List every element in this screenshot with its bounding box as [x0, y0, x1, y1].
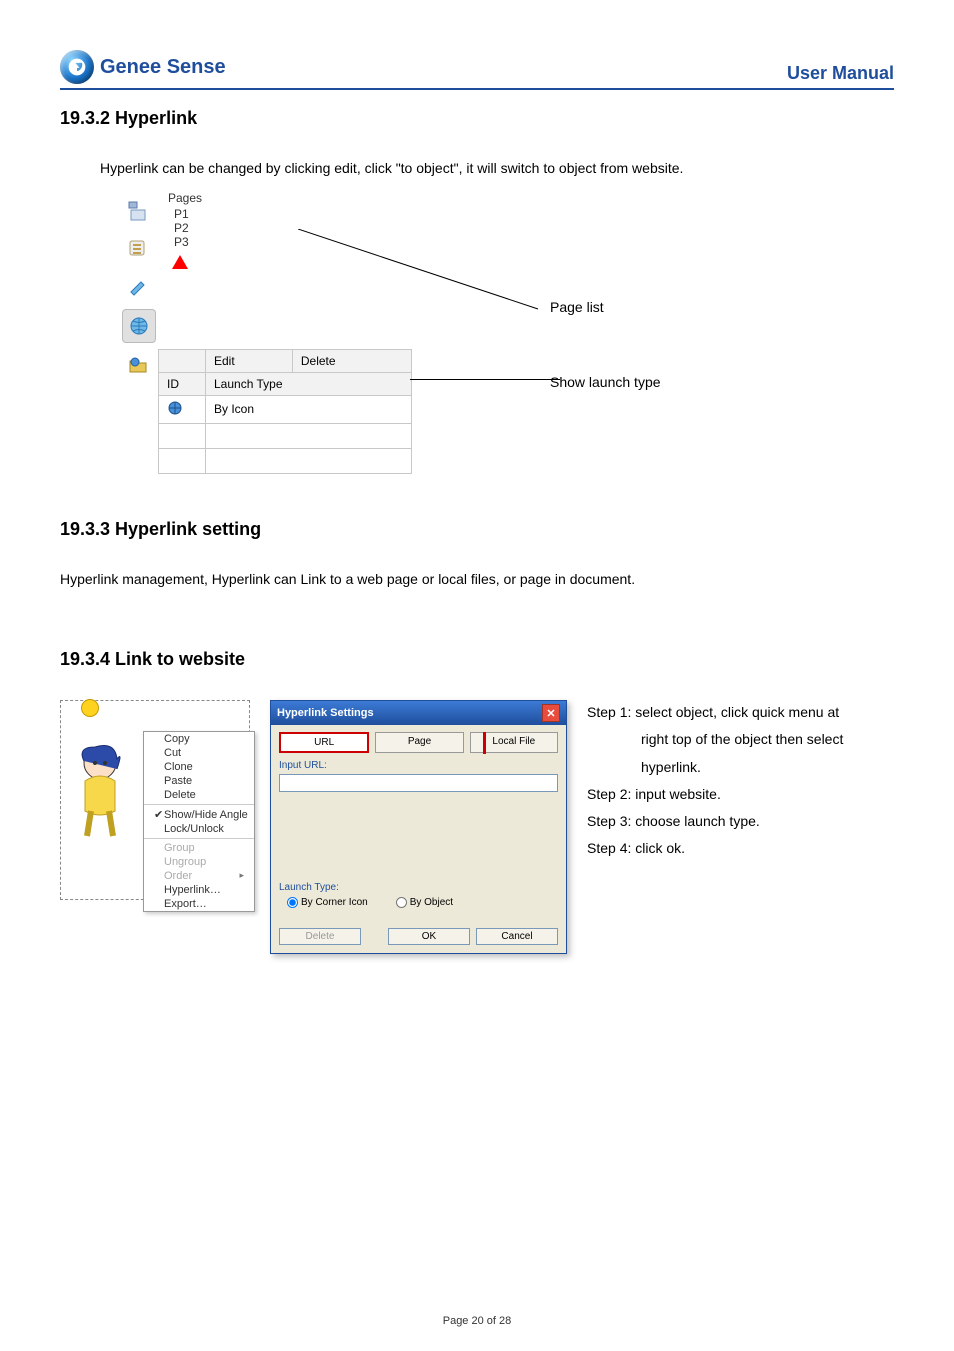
manual-label: User Manual	[787, 63, 894, 84]
step-3: Step 3: choose launch type.	[587, 809, 894, 834]
step-1a: Step 1: select object, click quick menu …	[587, 700, 894, 725]
table-row[interactable]	[159, 448, 412, 473]
steps-text: Step 1: select object, click quick menu …	[587, 700, 894, 863]
logo-icon	[60, 50, 94, 84]
radio-by-object[interactable]: By Object	[396, 897, 453, 908]
ok-button[interactable]: OK	[388, 928, 470, 945]
intro-1933: Hyperlink management, Hyperlink can Link…	[60, 570, 894, 590]
menu-cut[interactable]: Cut	[144, 746, 254, 760]
delete-column[interactable]: Delete	[292, 349, 411, 372]
radio-by-icon[interactable]: By Corner Icon	[287, 897, 368, 908]
toolbar-icon-globe[interactable]	[122, 309, 156, 343]
step-2: Step 2: input website.	[587, 782, 894, 807]
hyperlink-row-icon	[167, 400, 183, 416]
menu-order: Order▸	[144, 869, 254, 883]
intro-1932: Hyperlink can be changed by clicking edi…	[60, 159, 894, 179]
step-1b: right top of the object then select	[587, 727, 894, 752]
page-number: Page 20 of 28	[0, 1315, 954, 1327]
tab-page[interactable]: Page	[375, 732, 463, 753]
callout-line	[410, 379, 560, 380]
menu-showhide-angle[interactable]: ✔Show/Hide Angle	[144, 807, 254, 822]
pages-header: Pages	[158, 189, 412, 207]
callout-pagelist: Page list	[550, 299, 604, 315]
close-button[interactable]: ✕	[542, 704, 560, 722]
toolbar-icon-draw[interactable]	[122, 271, 154, 303]
brand: Genee Sense	[60, 50, 226, 84]
delete-button: Delete	[279, 928, 361, 945]
cartoon-image	[65, 741, 135, 841]
menu-copy[interactable]: Copy	[144, 732, 254, 746]
tab-localfile[interactable]: Local File	[470, 732, 558, 753]
heading-1934: 19.3.4 Link to website	[60, 649, 894, 670]
row-launch-value: By Icon	[206, 395, 412, 423]
tab-url[interactable]: URL	[279, 732, 369, 753]
menu-paste[interactable]: Paste	[144, 774, 254, 788]
toolbar-icon-folder[interactable]	[122, 349, 154, 381]
red-arrow-icon	[172, 255, 188, 269]
menu-clone[interactable]: Clone	[144, 760, 254, 774]
menu-export[interactable]: Export…	[144, 897, 254, 911]
menu-lock-unlock[interactable]: Lock/Unlock	[144, 822, 254, 836]
dialog-titlebar: Hyperlink Settings ✕	[271, 701, 566, 725]
quick-menu-icon[interactable]	[81, 699, 99, 717]
menu-delete[interactable]: Delete	[144, 788, 254, 802]
figure-page-panel: Pages P1 P2 P3 Edit Delete ID Launch Typ…	[120, 189, 894, 499]
edit-column[interactable]: Edit	[206, 349, 293, 372]
menu-hyperlink[interactable]: Hyperlink…	[144, 883, 254, 897]
dialog-title: Hyperlink Settings	[277, 707, 374, 719]
callout-launchtype: Show launch type	[550, 374, 661, 390]
table-row[interactable]	[159, 423, 412, 448]
hyperlink-dialog: Hyperlink Settings ✕ URL Page Local File…	[270, 700, 567, 954]
step-4: Step 4: click ok.	[587, 836, 894, 861]
step-1c: hyperlink.	[587, 755, 894, 780]
figure-context-menu: Copy Cut Clone Paste Delete ✔Show/Hide A…	[60, 700, 250, 900]
page-item-p2[interactable]: P2	[158, 221, 412, 235]
launch-type-label: Launch Type:	[279, 882, 558, 893]
menu-ungroup: Ungroup	[144, 855, 254, 869]
heading-1932: 19.3.2 Hyperlink	[60, 108, 894, 129]
brand-text: Genee Sense	[100, 56, 226, 79]
context-menu: Copy Cut Clone Paste Delete ✔Show/Hide A…	[143, 731, 255, 912]
url-input[interactable]	[279, 774, 558, 792]
table-row[interactable]: By Icon	[159, 395, 412, 423]
toolbar-icon-pages[interactable]	[122, 195, 154, 227]
page-header: Genee Sense User Manual	[60, 50, 894, 90]
menu-group: Group	[144, 841, 254, 855]
id-header: ID	[159, 372, 206, 395]
cancel-button[interactable]: Cancel	[476, 928, 558, 945]
page-item-p1[interactable]: P1	[158, 207, 412, 221]
launchtype-header: Launch Type	[206, 372, 412, 395]
toolbar-icon-layers[interactable]	[122, 233, 154, 265]
page-item-p3[interactable]: P3	[158, 235, 412, 249]
input-url-label: Input URL:	[279, 760, 558, 771]
heading-1933: 19.3.3 Hyperlink setting	[60, 519, 894, 540]
